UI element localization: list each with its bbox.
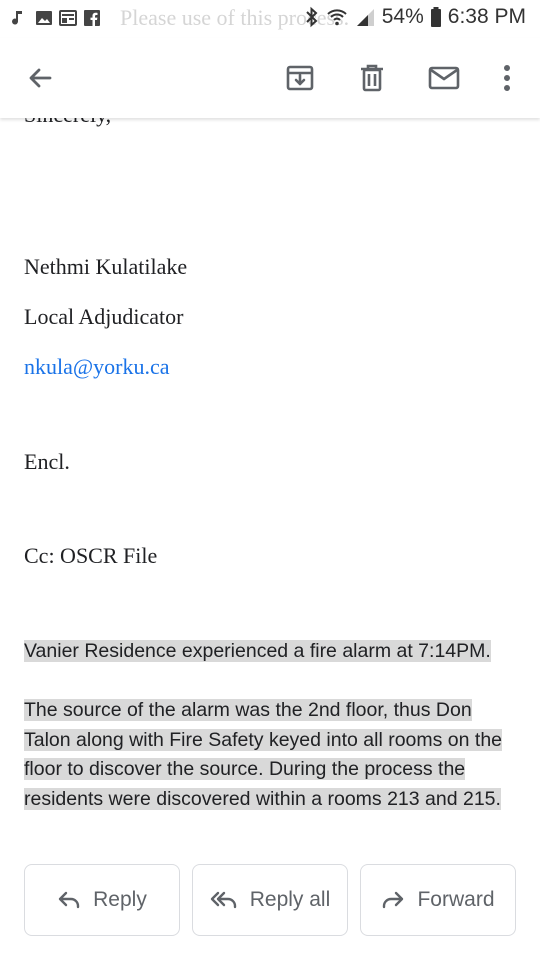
paragraph-2-line: Talon along with Fire Safety keyed into …: [24, 728, 503, 751]
news-icon: [59, 10, 77, 26]
archive-icon: [286, 65, 314, 91]
archive-button[interactable]: [280, 58, 320, 98]
sender-name: Nethmi Kulatilake: [24, 254, 188, 279]
battery-percent: 54%: [381, 5, 424, 28]
mail-icon: [428, 66, 460, 90]
reply-icon: [58, 891, 80, 909]
paragraph-2-line: floor to discover the source. During the…: [24, 758, 466, 780]
trash-icon: [361, 64, 383, 92]
battery-icon: [430, 7, 441, 27]
highlighted-text: Vanier Residence experienced a fire alar…: [24, 640, 491, 662]
delete-button[interactable]: [352, 58, 392, 98]
paragraph-2: The source of the alarm was the 2nd floo…: [24, 696, 503, 814]
system-indicators: 54% 6:38 PM: [304, 5, 526, 29]
back-button[interactable]: [20, 58, 60, 98]
clock: 6:38 PM: [447, 5, 526, 28]
closing-text: Sincerely,: [24, 118, 111, 128]
reply-button[interactable]: Reply: [24, 864, 180, 936]
forward-button[interactable]: Forward: [360, 864, 516, 936]
signal-icon: [356, 9, 374, 26]
forward-icon: [383, 891, 404, 909]
sender-email-link[interactable]: nkula@yorku.ca: [24, 354, 170, 380]
enclosure-text: Encl.: [24, 449, 70, 474]
notification-icons: [10, 6, 102, 30]
paragraph-2-line: The source of the alarm was the 2nd floo…: [24, 699, 472, 721]
mark-unread-button[interactable]: [424, 58, 464, 98]
arrow-left-icon: [29, 68, 52, 88]
image-icon: [36, 11, 52, 25]
sender-title: Local Adjudicator: [24, 304, 184, 329]
status-bar: Please use of this process. 54% 6:38 PM: [0, 0, 540, 36]
reply-all-button[interactable]: Reply all: [192, 864, 348, 936]
email-body: Sincerely, Nethmi Kulatilake Local Adjud…: [0, 118, 540, 960]
cc-text: Cc: OSCR File: [24, 543, 158, 568]
paragraph-2-line: residents were discovered within a rooms…: [24, 787, 501, 810]
paragraph-1: Vanier Residence experienced a fire alar…: [24, 637, 491, 667]
reply-label: Reply: [93, 888, 147, 911]
more-vert-icon: [504, 65, 510, 91]
app-bar: [0, 38, 540, 118]
message-actions: Reply Reply all Forward: [0, 864, 540, 936]
more-options-button[interactable]: [487, 58, 527, 98]
reply-all-label: Reply all: [249, 888, 331, 911]
forward-label: Forward: [417, 888, 495, 911]
reply-all-icon: [210, 891, 236, 909]
facebook-icon: [84, 10, 100, 26]
music-note-icon: [12, 11, 22, 25]
wifi-icon: [327, 9, 347, 26]
bluetooth-icon: [306, 6, 318, 28]
